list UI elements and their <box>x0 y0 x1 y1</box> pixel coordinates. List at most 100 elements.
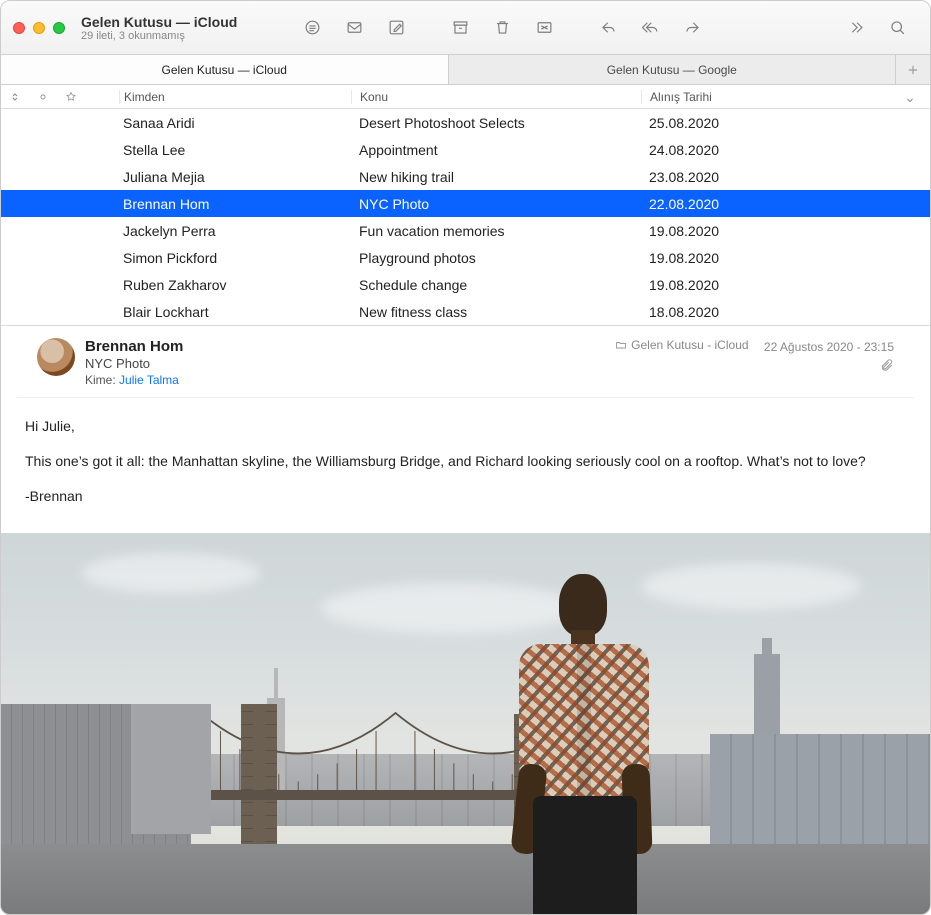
body-signoff: -Brennan <box>25 486 906 507</box>
window-subtitle: 29 ileti, 3 okunmamış <box>81 30 281 42</box>
junk-button[interactable] <box>527 14 561 42</box>
column-header-subject[interactable]: Konu <box>351 90 641 104</box>
row-from: Brennan Hom <box>119 196 351 212</box>
reader-subject: NYC Photo <box>85 356 183 371</box>
folder-icon <box>615 339 627 351</box>
minimize-window-button[interactable] <box>33 22 45 34</box>
row-from: Juliana Mejia <box>119 169 351 185</box>
mailbox-location[interactable]: Gelen Kutusu - iCloud <box>615 338 748 352</box>
titlebar: Gelen Kutusu — iCloud 29 ileti, 3 okunma… <box>1 1 930 55</box>
row-date: 19.08.2020 <box>641 250 930 266</box>
row-subject: New fitness class <box>351 304 641 320</box>
forward-button[interactable] <box>675 14 709 42</box>
reply-all-button[interactable] <box>633 14 667 42</box>
message-list: Sanaa AridiDesert Photoshoot Selects25.0… <box>1 109 930 325</box>
column-header-from[interactable]: Kimden <box>119 90 351 104</box>
message-row[interactable]: Brennan HomNYC Photo22.08.2020 <box>1 190 930 217</box>
mailbox-location-label: Gelen Kutusu - iCloud <box>631 338 748 352</box>
column-label: Alınış Tarihi <box>650 90 712 104</box>
row-date: 22.08.2020 <box>641 196 930 212</box>
column-header-date[interactable]: Alınış Tarihi <box>641 90 930 104</box>
filter-button[interactable] <box>295 14 329 42</box>
message-row[interactable]: Simon PickfordPlayground photos19.08.202… <box>1 244 930 271</box>
row-from: Ruben Zakharov <box>119 277 351 293</box>
compose-button[interactable] <box>379 14 413 42</box>
tab-icloud[interactable]: Gelen Kutusu — iCloud <box>1 55 449 84</box>
junk-icon <box>535 18 554 37</box>
body-greeting: Hi Julie, <box>25 416 906 437</box>
reply-button[interactable] <box>591 14 625 42</box>
column-label: Kimden <box>124 90 165 104</box>
message-row[interactable]: Blair LockhartNew fitness class18.08.202… <box>1 298 930 325</box>
window-title: Gelen Kutusu — iCloud <box>81 14 281 30</box>
row-subject: NYC Photo <box>351 196 641 212</box>
zoom-window-button[interactable] <box>53 22 65 34</box>
row-subject: Fun vacation memories <box>351 223 641 239</box>
row-subject: Playground photos <box>351 250 641 266</box>
more-toolbar-button[interactable] <box>838 14 872 42</box>
reader-datetime: 22 Ağustos 2020 - 23:15 <box>764 340 894 354</box>
reader-to-line: Kime: Julie Talma <box>85 373 183 387</box>
row-subject: Desert Photoshoot Selects <box>351 115 641 131</box>
sort-indicator-button[interactable] <box>1 91 29 103</box>
unread-indicator-header[interactable] <box>29 92 57 102</box>
star-icon <box>65 91 77 103</box>
window-controls <box>13 22 65 34</box>
message-row[interactable]: Ruben ZakharovSchedule change19.08.2020 <box>1 271 930 298</box>
reader-from: Brennan Hom <box>85 338 183 355</box>
mail-window: Gelen Kutusu — iCloud 29 ileti, 3 okunma… <box>0 0 931 915</box>
plus-icon <box>906 63 920 77</box>
new-tab-button[interactable] <box>896 55 930 84</box>
archive-button[interactable] <box>443 14 477 42</box>
search-icon <box>888 18 907 37</box>
to-label: Kime: <box>85 373 116 387</box>
filter-icon <box>303 18 322 37</box>
search-button[interactable] <box>880 14 914 42</box>
compose-icon <box>387 18 406 37</box>
mailbox-tabs: Gelen Kutusu — iCloud Gelen Kutusu — Goo… <box>1 55 930 85</box>
reply-all-icon <box>641 18 660 37</box>
attachment-indicator[interactable] <box>615 358 894 375</box>
row-date: 25.08.2020 <box>641 115 930 131</box>
close-window-button[interactable] <box>13 22 25 34</box>
tab-label: Gelen Kutusu — Google <box>607 63 737 77</box>
column-headers: Kimden Konu Alınış Tarihi <box>1 85 930 109</box>
row-date: 19.08.2020 <box>641 223 930 239</box>
envelope-icon <box>345 18 364 37</box>
row-date: 19.08.2020 <box>641 277 930 293</box>
message-header: Brennan Hom NYC Photo Kime: Julie Talma … <box>17 326 914 398</box>
message-body: Hi Julie, This one’s got it all: the Man… <box>1 398 930 533</box>
row-from: Simon Pickford <box>119 250 351 266</box>
message-row[interactable]: Sanaa AridiDesert Photoshoot Selects25.0… <box>1 109 930 136</box>
forward-icon <box>683 18 702 37</box>
message-reader: Brennan Hom NYC Photo Kime: Julie Talma … <box>1 325 930 914</box>
tab-google[interactable]: Gelen Kutusu — Google <box>449 55 897 84</box>
flag-indicator-header[interactable] <box>57 91 85 103</box>
row-subject: New hiking trail <box>351 169 641 185</box>
paperclip-icon <box>880 358 894 372</box>
chevron-down-icon <box>904 94 916 109</box>
attachment-image[interactable] <box>1 533 930 914</box>
row-from: Stella Lee <box>119 142 351 158</box>
row-from: Blair Lockhart <box>119 304 351 320</box>
row-date: 23.08.2020 <box>641 169 930 185</box>
row-subject: Appointment <box>351 142 641 158</box>
row-subject: Schedule change <box>351 277 641 293</box>
reply-icon <box>599 18 618 37</box>
mark-read-button[interactable] <box>337 14 371 42</box>
delete-button[interactable] <box>485 14 519 42</box>
row-from: Sanaa Aridi <box>119 115 351 131</box>
row-date: 18.08.2020 <box>641 304 930 320</box>
to-recipient[interactable]: Julie Talma <box>119 373 179 387</box>
avatar <box>37 338 75 376</box>
message-row[interactable]: Stella LeeAppointment24.08.2020 <box>1 136 930 163</box>
archive-icon <box>451 18 470 37</box>
chevrons-right-icon <box>846 18 865 37</box>
title-block: Gelen Kutusu — iCloud 29 ileti, 3 okunma… <box>81 14 281 42</box>
message-row[interactable]: Jackelyn PerraFun vacation memories19.08… <box>1 217 930 244</box>
message-row[interactable]: Juliana MejiaNew hiking trail23.08.2020 <box>1 163 930 190</box>
trash-icon <box>493 18 512 37</box>
sort-arrows-icon <box>9 91 21 103</box>
tab-label: Gelen Kutusu — iCloud <box>162 63 287 77</box>
row-date: 24.08.2020 <box>641 142 930 158</box>
